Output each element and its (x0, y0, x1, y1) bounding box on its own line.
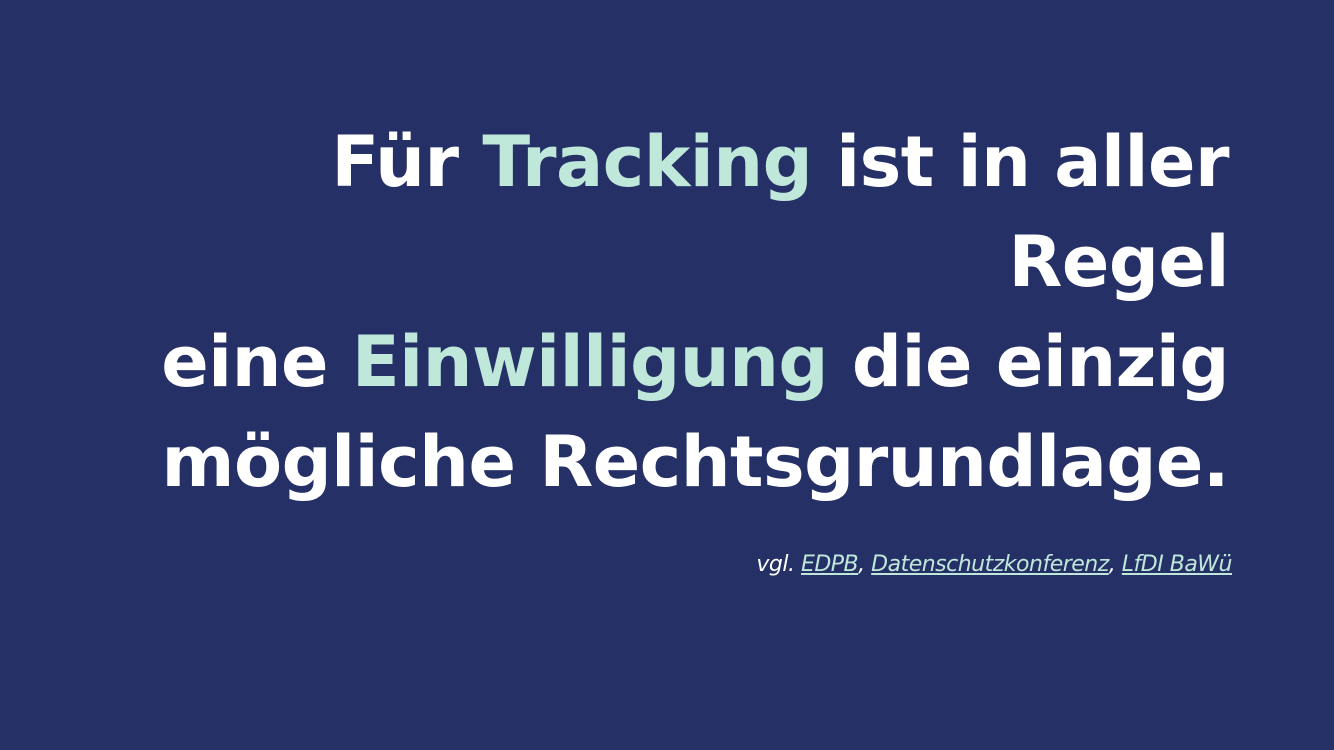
headline-line-1-end: ist in aller (812, 121, 1229, 203)
datenschutzkonferenz-link[interactable]: Datenschutzkonferenz (871, 552, 1109, 577)
lfdi-bawue-link[interactable]: LfDI BaWü (1122, 552, 1233, 577)
source-prefix: vgl. (756, 552, 801, 577)
headline: Für Tracking ist in aller Regel eine Ein… (109, 112, 1229, 512)
headline-line-1: Für Tracking ist in aller (109, 112, 1229, 212)
headline-line-4: mögliche Rechtsgrundlage. (161, 421, 1230, 503)
source-citation: vgl. EDPB, Datenschutzkonferenz, LfDI Ba… (756, 548, 1232, 582)
headline-line-1-start: Für (331, 121, 483, 203)
einwilligung-highlight: Einwilligung (351, 321, 829, 403)
source-separator-1: , (858, 552, 872, 577)
headline-line-2: Regel (1008, 221, 1230, 303)
headline-line-3: eine Einwilligung die einzig (109, 312, 1229, 412)
edpb-link[interactable]: EDPB (801, 552, 859, 577)
headline-line-3-start: eine (161, 321, 352, 403)
slide: Für Tracking ist in aller Regel eine Ein… (0, 0, 1334, 750)
tracking-highlight: Tracking (482, 121, 813, 203)
source-separator-2: , (1108, 552, 1122, 577)
headline-line-3-end: die einzig (828, 321, 1230, 403)
